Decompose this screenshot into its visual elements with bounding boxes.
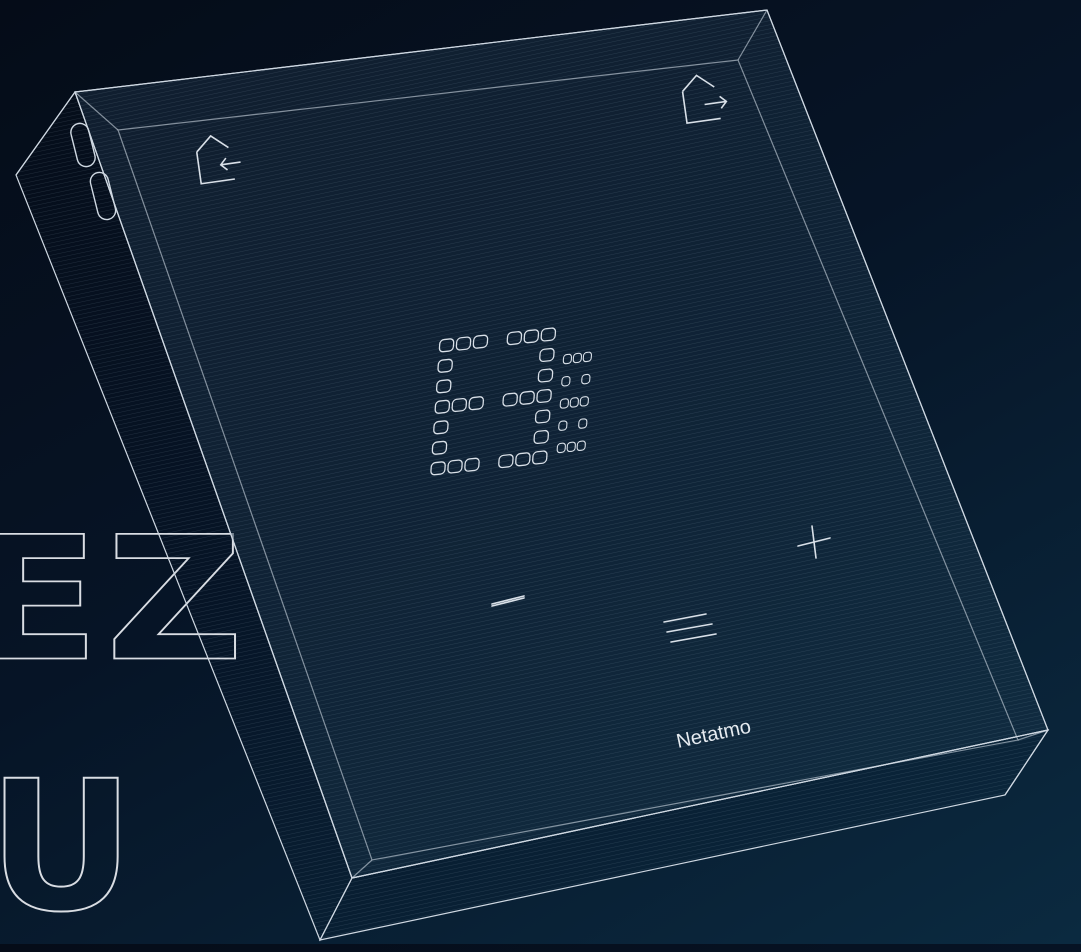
device-body (15, 9, 1050, 942)
device-illustration: Netatmo (15, 9, 1050, 942)
